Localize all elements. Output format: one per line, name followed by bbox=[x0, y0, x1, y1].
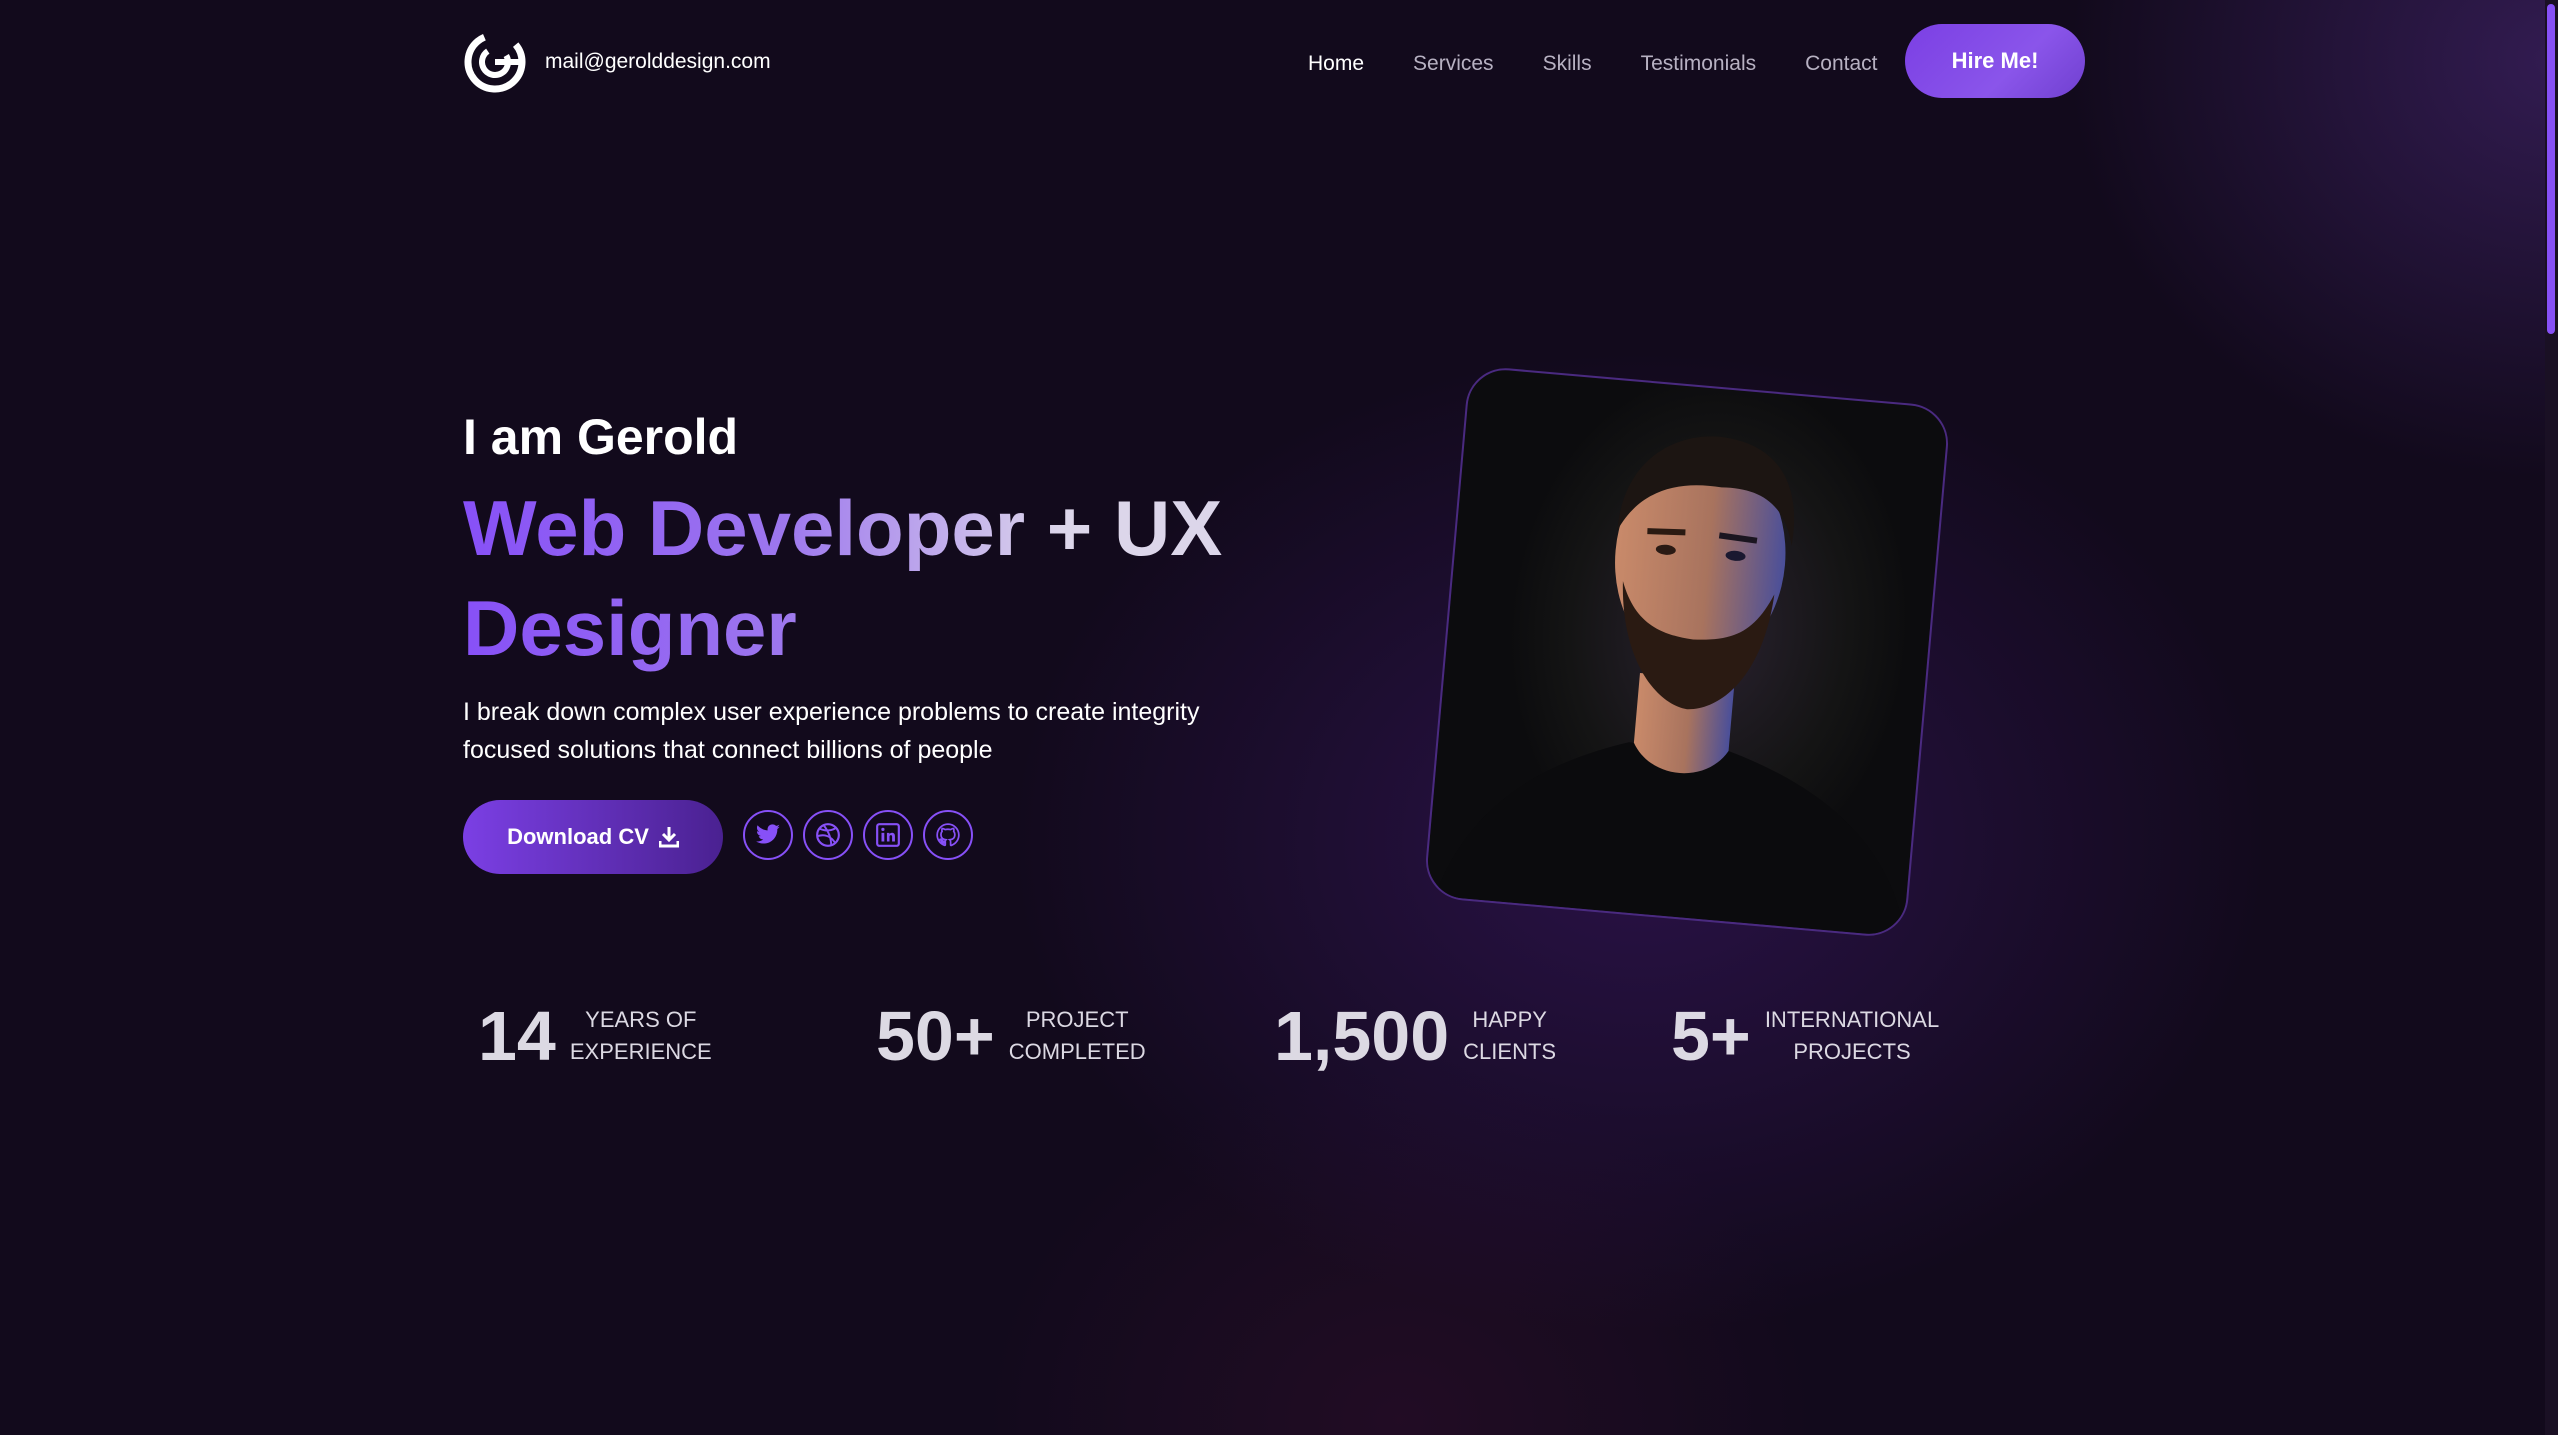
github-link[interactable] bbox=[923, 810, 973, 860]
hire-me-button[interactable]: Hire Me! bbox=[1905, 24, 2085, 98]
portrait-illustration bbox=[1434, 436, 1904, 937]
header-email[interactable]: mail@gerolddesign.com bbox=[545, 50, 771, 74]
logo-icon[interactable] bbox=[463, 30, 527, 94]
stat-experience: 14 YEARS OF EXPERIENCE bbox=[478, 996, 712, 1076]
social-links bbox=[743, 810, 973, 860]
twitter-icon bbox=[755, 824, 780, 844]
nav-testimonials[interactable]: Testimonials bbox=[1641, 52, 1757, 76]
profile-photo bbox=[1422, 364, 1952, 940]
stat-number: 1,500 bbox=[1274, 997, 1450, 1075]
stat-label: PROJECT COMPLETED bbox=[1009, 1004, 1146, 1068]
nav-services[interactable]: Services bbox=[1413, 52, 1494, 76]
page-scrollbar[interactable] bbox=[2545, 0, 2558, 1435]
hero-intro: I am Gerold bbox=[463, 409, 739, 465]
background-glow bbox=[0, 0, 2558, 1435]
dribbble-icon bbox=[816, 823, 840, 847]
stat-number: 5+ bbox=[1671, 997, 1751, 1075]
nav-contact[interactable]: Contact bbox=[1805, 52, 1877, 76]
github-icon bbox=[936, 823, 960, 847]
stat-label-line: CLIENTS bbox=[1463, 1039, 1557, 1064]
site-header: mail@gerolddesign.com Home Services Skil… bbox=[463, 24, 2085, 100]
nav-home[interactable]: Home bbox=[1308, 52, 1364, 76]
stat-number: 50+ bbox=[876, 997, 995, 1075]
stat-number: 14 bbox=[478, 997, 556, 1075]
stat-label-line: EXPERIENCE bbox=[569, 1039, 712, 1064]
stat-label-line: PROJECT bbox=[1025, 1007, 1129, 1032]
stat-projects: 50+ PROJECT COMPLETED bbox=[876, 996, 1146, 1076]
stat-clients: 1,500 HAPPY CLIENTS bbox=[1274, 996, 1556, 1076]
download-icon bbox=[658, 827, 679, 848]
stat-label: HAPPY CLIENTS bbox=[1463, 1004, 1556, 1068]
stat-label: INTERNATIONAL PROJECTS bbox=[1765, 1004, 1939, 1068]
stat-label-line: COMPLETED bbox=[1008, 1039, 1146, 1064]
download-cv-button[interactable]: Download CV bbox=[463, 800, 723, 874]
scrollbar-thumb[interactable] bbox=[2547, 4, 2555, 334]
stat-label-line: PROJECTS bbox=[1793, 1039, 1911, 1064]
dribbble-link[interactable] bbox=[803, 810, 853, 860]
hero-description: I break down complex user experience pro… bbox=[463, 698, 1200, 764]
linkedin-link[interactable] bbox=[863, 810, 913, 860]
stat-international: 5+ INTERNATIONAL PROJECTS bbox=[1671, 996, 1939, 1076]
stat-label-line: YEARS OF bbox=[585, 1007, 697, 1032]
stat-label: YEARS OF EXPERIENCE bbox=[570, 1004, 712, 1068]
nav-skills[interactable]: Skills bbox=[1543, 52, 1592, 76]
stat-label-line: HAPPY bbox=[1472, 1007, 1547, 1032]
download-cv-label: Download CV bbox=[507, 824, 649, 849]
twitter-link[interactable] bbox=[743, 810, 793, 860]
linkedin-icon bbox=[876, 823, 900, 847]
main-nav: Home Services Skills Testimonials Contac… bbox=[1308, 52, 1927, 76]
hero-headline: Web Developer + UX Designer bbox=[463, 478, 1263, 678]
stat-label-line: INTERNATIONAL bbox=[1764, 1007, 1940, 1032]
